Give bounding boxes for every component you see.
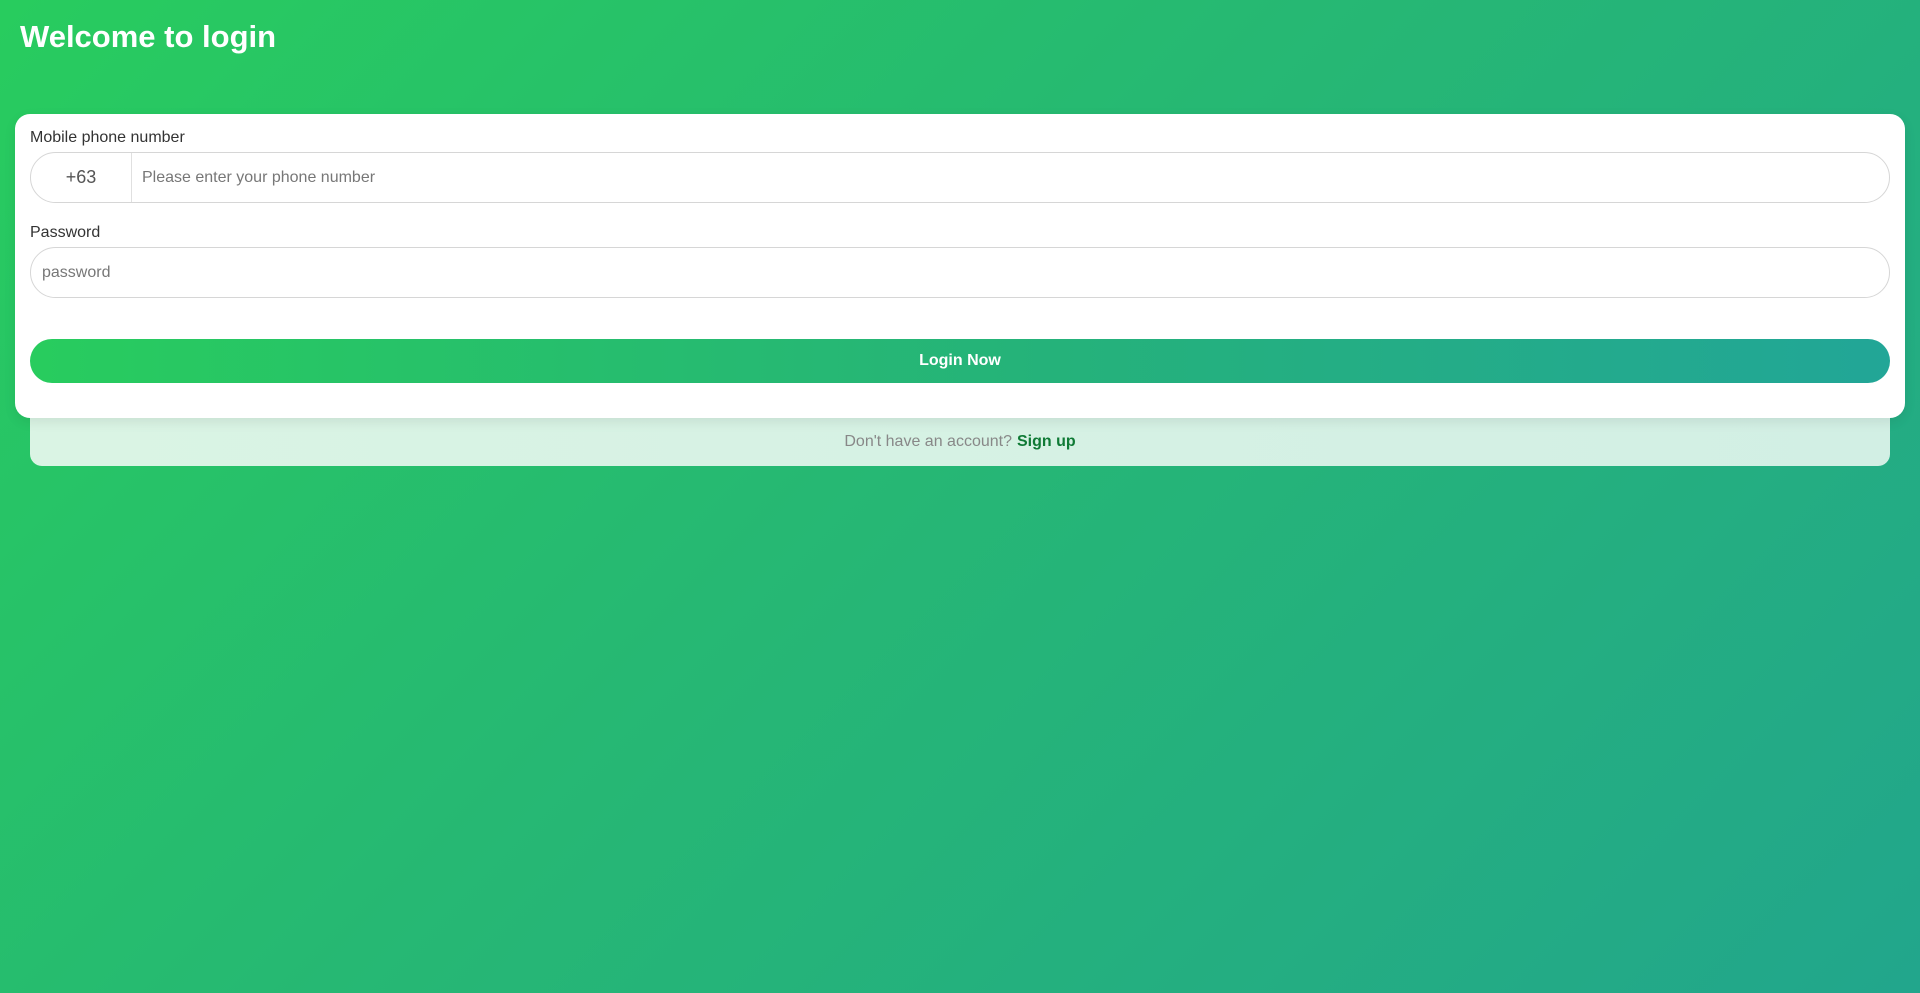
password-input[interactable] <box>31 248 1889 297</box>
country-code-selector[interactable]: +63 <box>31 153 132 202</box>
password-label: Password <box>30 224 101 241</box>
phone-label: Mobile phone number <box>30 129 185 146</box>
login-card: Mobile phone number +63 Password Login N… <box>15 114 1905 418</box>
signup-link[interactable]: Sign up <box>1017 433 1076 451</box>
password-field-group <box>30 247 1890 298</box>
page-title: Welcome to login <box>20 19 277 54</box>
phone-input[interactable] <box>132 153 1889 202</box>
signup-footer: Don't have an account? Sign up <box>30 410 1890 466</box>
phone-field-group: +63 <box>30 152 1890 203</box>
login-button[interactable]: Login Now <box>30 339 1890 383</box>
signup-prompt: Don't have an account? <box>844 433 1012 450</box>
